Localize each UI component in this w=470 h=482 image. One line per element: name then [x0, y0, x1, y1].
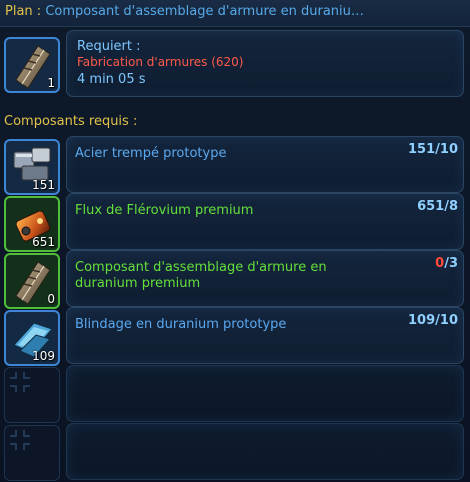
component-count: 651/8: [417, 199, 458, 214]
component-have: 651: [417, 199, 445, 214]
component-name: Flux de Flérovium premium: [75, 203, 254, 218]
empty-component-card: [66, 365, 464, 422]
empty-component-slot: [4, 425, 60, 481]
component-need: 10: [439, 142, 458, 157]
requirements-card: Requiert : Fabrication d'armures (620) 4…: [66, 30, 464, 97]
empty-component-slot: [4, 367, 60, 423]
component-slot-tempered-steel[interactable]: 151: [4, 139, 60, 195]
component-slot-duranium-plating[interactable]: 109: [4, 310, 60, 366]
components-section-label: Composants requis :: [4, 114, 138, 129]
component-inventory-count: 0: [47, 292, 55, 306]
component-inventory-count: 109: [32, 349, 55, 363]
component-have: 109: [408, 313, 436, 328]
empty-slot-crosshair-icon: [10, 430, 30, 450]
empty-component-card: [66, 423, 464, 480]
crafting-plan-tooltip: Plan : Composant d'assemblage d'armure e…: [0, 0, 470, 482]
result-item-slot[interactable]: 1: [4, 37, 60, 93]
result-quantity: 1: [47, 76, 55, 90]
component-need: 10: [439, 313, 458, 328]
component-card: Blindage en duranium prototype 109/10: [66, 307, 464, 364]
component-card: Flux de Flérovium premium 651/8: [66, 193, 464, 250]
component-have: 0: [435, 256, 445, 271]
empty-slot-crosshair-icon: [10, 372, 30, 392]
component-count: 151/10: [408, 142, 458, 157]
plan-title-prefix: Plan :: [5, 4, 46, 19]
plan-title-name: Composant d'assemblage d'armure en duran…: [45, 4, 364, 19]
component-need: 8: [448, 199, 458, 214]
component-name: Blindage en duranium prototype: [75, 317, 287, 332]
component-have: 151: [408, 142, 436, 157]
component-count: 109/10: [408, 313, 458, 328]
component-name: Acier trempé prototype: [75, 146, 227, 161]
component-card: Acier trempé prototype 151/10: [66, 136, 464, 193]
craft-time: 4 min 05 s: [77, 72, 146, 87]
component-inventory-count: 651: [32, 235, 55, 249]
component-slot-flerovium-flux[interactable]: 651: [4, 196, 60, 252]
required-skill: Fabrication d'armures (620): [77, 55, 244, 69]
title-bar: Plan : Composant d'assemblage d'armure e…: [0, 0, 470, 27]
component-slot-armor-assembly[interactable]: 0: [4, 253, 60, 309]
requires-label: Requiert :: [77, 39, 141, 54]
component-name: Composant d'assemblage d'armure en duran…: [75, 260, 327, 291]
component-card: Composant d'assemblage d'armure en duran…: [66, 250, 464, 307]
plan-title: Plan : Composant d'assemblage d'armure e…: [5, 4, 364, 19]
component-inventory-count: 151: [32, 178, 55, 192]
component-need: 3: [448, 256, 458, 271]
component-count: 0/3: [435, 256, 458, 271]
